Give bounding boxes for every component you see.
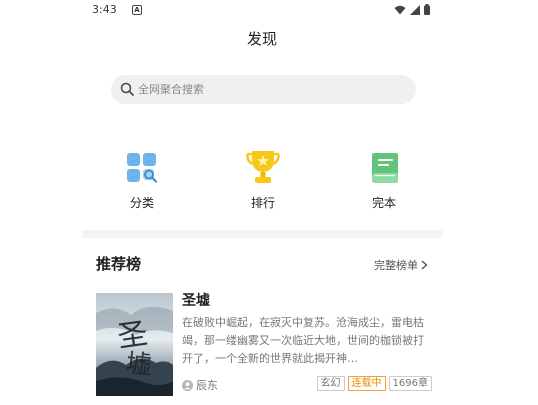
nav-completed[interactable]: 完本	[344, 150, 424, 211]
nav-category[interactable]: 分类	[102, 150, 182, 211]
chevron-right-icon	[421, 260, 428, 270]
nav-label-completed: 完本	[371, 196, 396, 210]
author-icon	[182, 379, 193, 391]
nav-label-category: 分类	[129, 196, 154, 210]
signal-icon	[410, 4, 420, 15]
nav-ranking[interactable]: 排行	[223, 150, 303, 211]
category-icon-wrap	[102, 150, 182, 186]
wifi-icon	[394, 5, 406, 14]
author-name: 辰东	[196, 379, 218, 392]
book-cover-calligraphy-2: 墟	[124, 349, 153, 382]
ranking-icon-wrap	[223, 150, 303, 186]
recommend-title: 推荐榜	[96, 255, 142, 273]
status-bar: 3:43 A	[92, 2, 430, 18]
status-indicators	[394, 4, 430, 15]
book-card[interactable]: 圣 墟 圣墟 在破败中崛起，在寂灭中复苏。沧海成尘，雷电枯竭，那一缕幽雾又一次临…	[96, 290, 432, 398]
full-ranking-link[interactable]: 完整榜单	[374, 257, 428, 273]
tag-genre: 玄幻	[316, 376, 345, 391]
screen: 3:43 A 发现 全网聚合搜索 分类 排行 完本 推荐榜 完整榜单 圣 墟 圣…	[0, 0, 538, 405]
book-tags: 玄幻 连载中 1696章	[316, 376, 432, 391]
book-cover: 圣 墟	[96, 293, 173, 396]
book-cover-art: 圣 墟	[96, 293, 173, 396]
tag-status: 连载中	[347, 376, 386, 391]
nav-label-ranking: 排行	[250, 196, 275, 210]
tag-chapters: 1696章	[388, 376, 432, 391]
book-author: 辰东	[182, 377, 218, 393]
full-ranking-label: 完整榜单	[374, 259, 418, 272]
notification-icon: A	[132, 5, 142, 15]
search-input[interactable]	[138, 75, 398, 104]
search-bar[interactable]	[111, 75, 416, 104]
book-title: 圣墟	[182, 293, 210, 309]
category-grid-icon	[127, 153, 158, 183]
page-title: 发现	[246, 30, 277, 48]
discover-page: 3:43 A 发现 全网聚合搜索 分类 排行 完本 推荐榜 完整榜单 圣 墟 圣…	[82, 0, 442, 405]
quick-nav: 分类 排行 完本	[82, 150, 442, 215]
status-time: 3:43	[92, 3, 117, 16]
book-icon	[372, 153, 398, 183]
section-divider	[82, 230, 442, 238]
battery-icon	[424, 4, 430, 15]
trophy-icon	[246, 151, 280, 183]
book-description: 在破败中崛起，在寂灭中复苏。沧海成尘，雷电枯竭，那一缕幽雾又一次临近大地，世间的…	[182, 316, 424, 365]
search-icon	[120, 82, 134, 96]
completed-icon-wrap	[344, 150, 424, 186]
